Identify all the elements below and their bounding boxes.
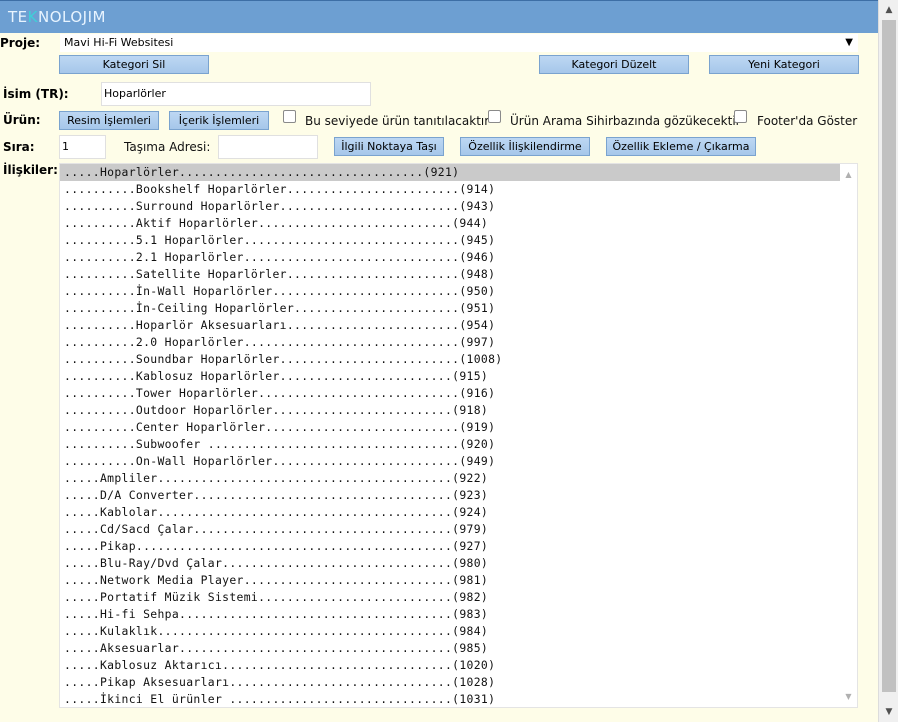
list-item[interactable]: ..........5.1 Hoparlörler...............… [60, 232, 840, 249]
list-item[interactable]: ..........Surround Hoparlörler..........… [60, 198, 840, 215]
list-item[interactable]: .....Kablolar...........................… [60, 504, 840, 521]
list-item[interactable]: .....Network Media Player...............… [60, 572, 840, 589]
list-scroll-up-icon[interactable]: ▲ [840, 170, 857, 179]
list-item[interactable]: .....İkinci El ürünler .................… [60, 691, 840, 707]
list-item[interactable]: ..........Hoparlör Aksesuarları.........… [60, 317, 840, 334]
list-item[interactable]: ..........Kablosuz Hoparlörler..........… [60, 368, 840, 385]
tasima-adresi-input[interactable] [218, 135, 318, 159]
list-item[interactable]: .....D/A Converter......................… [60, 487, 840, 504]
proje-selected-value: Mavi Hi-Fi Websitesi [64, 36, 174, 49]
list-item[interactable]: ..........Subwoofer ....................… [60, 436, 840, 453]
scroll-up-arrow-icon[interactable]: ▲ [879, 1, 898, 19]
resim-islemleri-button[interactable]: Resim İşlemleri [59, 111, 159, 130]
iliskiler-label: İlişkiler: [3, 163, 58, 177]
isim-input[interactable]: Hoparlörler [101, 82, 371, 106]
list-item[interactable]: ..........İn-Wall Hoparlörler...........… [60, 283, 840, 300]
list-item[interactable]: .....Pikap Aksesuarları.................… [60, 674, 840, 691]
list-item[interactable]: ..........Soundbar Hoparlörler..........… [60, 351, 840, 368]
page-scrollbar-thumb[interactable] [882, 20, 896, 692]
logo-prefix: TE [8, 8, 28, 26]
kategori-duzelt-button[interactable]: Kategori Düzelt [539, 55, 689, 74]
arama-sihirbazi-checkbox[interactable] [488, 110, 501, 123]
list-item[interactable]: .....Aksesuarlar........................… [60, 640, 840, 657]
list-item[interactable]: .....Blu-Ray/Dvd Çalar..................… [60, 555, 840, 572]
isim-label: İsim (TR): [3, 87, 69, 101]
kategori-sil-button[interactable]: Kategori Sil [59, 55, 209, 74]
ilgili-noktaya-tasi-button[interactable]: İlgili Noktaya Taşı [334, 137, 444, 156]
list-item[interactable]: .....Kulaklık...........................… [60, 623, 840, 640]
list-item[interactable]: ..........Outdoor Hoparlörler...........… [60, 402, 840, 419]
sira-label: Sıra: [3, 140, 35, 154]
icerik-islemleri-button[interactable]: İçerik İşlemleri [169, 111, 269, 130]
logo-accent: K [27, 8, 38, 26]
arama-sihirbazi-checkbox-label: Ürün Arama Sihirbazında gözükecektir [510, 114, 741, 128]
list-scroll-down-icon[interactable]: ▼ [840, 692, 857, 701]
sira-input[interactable]: 1 [59, 135, 106, 159]
list-item[interactable]: ..........Center Hoparlörler............… [60, 419, 840, 436]
list-item[interactable]: ..........2.1 Hoparlörler...............… [60, 249, 840, 266]
list-item[interactable]: .....Cd/Sacd Çalar......................… [60, 521, 840, 538]
list-item[interactable]: .....Hoparlörler........................… [60, 164, 840, 181]
scroll-down-arrow-icon[interactable]: ▼ [879, 703, 898, 721]
iliskiler-listbox[interactable]: .....Hoparlörler........................… [59, 163, 858, 708]
list-item[interactable]: .....Hi-fi Sehpa........................… [60, 606, 840, 623]
iliskiler-list-items: .....Hoparlörler........................… [60, 164, 840, 707]
teknolojim-logo[interactable]: TEKNOLOJIM [8, 8, 106, 26]
footer-checkbox-label: Footer'da Göster [757, 114, 858, 128]
list-item[interactable]: .....Portatif Müzik Sistemi.............… [60, 589, 840, 606]
list-item[interactable]: ..........Bookshelf Hoparlörler.........… [60, 181, 840, 198]
page-scrollbar[interactable]: ▲ ▼ [878, 0, 898, 722]
list-item[interactable]: ..........Satellite Hoparlörler.........… [60, 266, 840, 283]
list-item[interactable]: ..........2.0 Hoparlörler...............… [60, 334, 840, 351]
list-item[interactable]: ..........Aktif Hoparlörler.............… [60, 215, 840, 232]
tanitim-checkbox[interactable] [283, 110, 296, 123]
yeni-kategori-button[interactable]: Yeni Kategori [709, 55, 859, 74]
proje-select[interactable]: Mavi Hi-Fi Websitesi ▼ [60, 34, 858, 52]
footer-checkbox[interactable] [734, 110, 747, 123]
list-item[interactable]: ..........İn-Ceiling Hoparlörler........… [60, 300, 840, 317]
list-item[interactable]: .....Ampliler...........................… [60, 470, 840, 487]
tasima-adresi-label: Taşıma Adresi: [124, 140, 211, 154]
ozellik-iliskilendirme-button[interactable]: Özellik İlişkilendirme [460, 137, 590, 156]
app-header: TEKNOLOJIM [0, 0, 878, 33]
list-item[interactable]: .....Pikap..............................… [60, 538, 840, 555]
list-item[interactable]: ..........Tower Hoparlörler.............… [60, 385, 840, 402]
ozellik-ekleme-cikarma-button[interactable]: Özellik Ekleme / Çıkarma [606, 137, 756, 156]
urun-label: Ürün: [3, 113, 41, 127]
list-item[interactable]: ..........On-Wall Hoparlörler...........… [60, 453, 840, 470]
tanitim-checkbox-label: Bu seviyede ürün tanıtılacaktır [305, 114, 490, 128]
logo-rest: NOLOJIM [37, 8, 106, 26]
proje-label: Proje: [0, 36, 41, 50]
list-item[interactable]: .....Kablosuz Aktarıcı..................… [60, 657, 840, 674]
dropdown-arrow-icon: ▼ [845, 37, 853, 48]
listbox-scrollbar[interactable]: ▲ ▼ [840, 164, 857, 707]
